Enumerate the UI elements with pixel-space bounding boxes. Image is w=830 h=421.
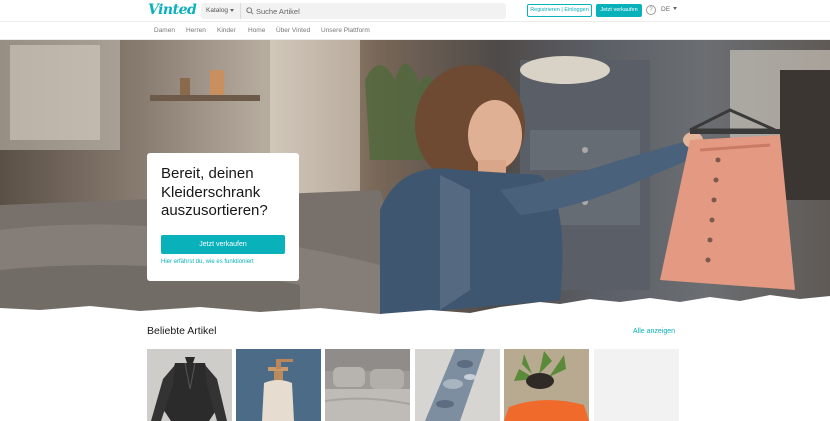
- product-card[interactable]: [325, 349, 410, 421]
- product-card[interactable]: [415, 349, 500, 421]
- nav-item-unsere-plattform[interactable]: Unsere Plattform: [321, 27, 370, 34]
- nav-item-ueber-vinted[interactable]: Über Vinted: [276, 27, 310, 34]
- sell-now-button-hero[interactable]: Jetzt verkaufen: [161, 235, 285, 254]
- sell-now-button-header[interactable]: Jetzt verkaufen: [596, 4, 642, 17]
- see-all-link[interactable]: Alle anzeigen: [633, 328, 675, 335]
- nav-item-herren[interactable]: Herren: [186, 27, 206, 34]
- plant-and-orange-item-image: [504, 349, 589, 421]
- search-input[interactable]: [256, 3, 496, 19]
- hero-title: Bereit, deinen Kleiderschrank auszusorti…: [161, 165, 268, 219]
- how-it-works-link[interactable]: Hier erfährst du, wie es funktioniert: [161, 259, 254, 265]
- placeholder-image: [594, 349, 679, 421]
- language-selector[interactable]: DE: [661, 6, 678, 13]
- help-icon[interactable]: ?: [646, 5, 656, 15]
- language-label: DE: [661, 6, 671, 13]
- top-header: Vinted Katalog Registrieren | Einloggen …: [0, 0, 830, 22]
- search-icon: [246, 7, 254, 15]
- chevron-down-icon: [673, 7, 678, 10]
- vinted-logo[interactable]: Vinted: [148, 2, 197, 18]
- bedding-image: [325, 349, 410, 421]
- nav-item-kinder[interactable]: Kinder: [217, 27, 236, 34]
- product-card[interactable]: [147, 349, 232, 421]
- product-card[interactable]: [504, 349, 589, 421]
- hero-banner: Bereit, deinen Kleiderschrank auszusorti…: [0, 40, 830, 316]
- product-card[interactable]: [594, 349, 679, 421]
- catalog-dropdown[interactable]: Katalog: [201, 3, 241, 19]
- hero-photo-image: [0, 40, 830, 316]
- popular-items-title: Beliebte Artikel: [147, 325, 217, 337]
- nav-item-damen[interactable]: Damen: [154, 27, 175, 34]
- catalog-label: Katalog: [206, 7, 229, 14]
- category-nav: Damen Herren Kinder Home Über Vinted Uns…: [0, 22, 830, 40]
- search-bar: Katalog: [201, 3, 506, 19]
- soap-dispenser-image: [236, 349, 321, 421]
- nav-item-home[interactable]: Home: [248, 27, 265, 34]
- chevron-down-icon: [230, 9, 234, 12]
- product-card[interactable]: [236, 349, 321, 421]
- hero-card: Bereit, deinen Kleiderschrank auszusorti…: [147, 153, 299, 281]
- register-login-button[interactable]: Registrieren | Einloggen: [527, 4, 592, 17]
- black-blouse-image: [147, 349, 232, 421]
- camouflage-pants-image: [415, 349, 500, 421]
